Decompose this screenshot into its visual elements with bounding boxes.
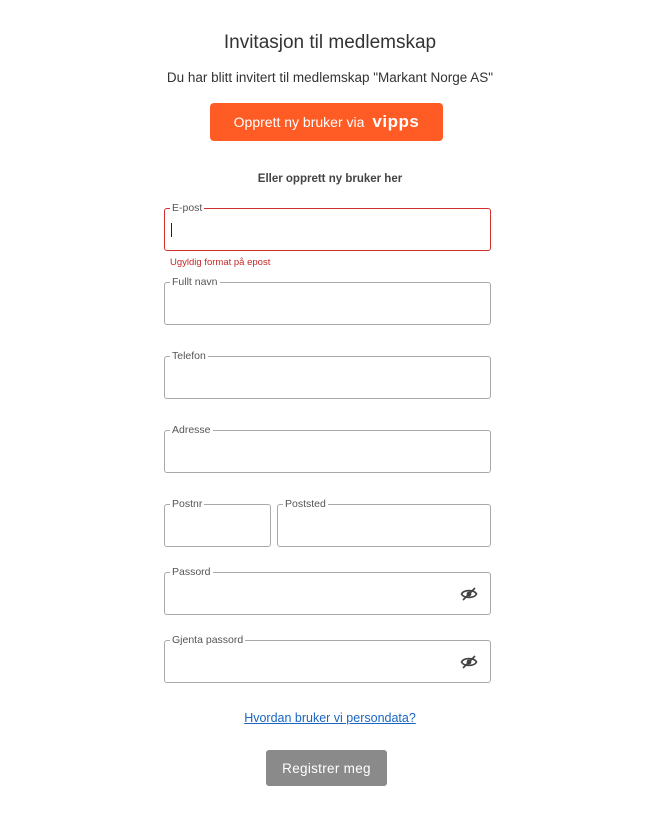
- eye-off-icon[interactable]: [460, 586, 478, 602]
- eye-off-icon[interactable]: [460, 654, 478, 670]
- address-input[interactable]: [171, 443, 454, 463]
- privacy-link-container: Hvordan bruker vi persondata?: [0, 709, 660, 727]
- email-field[interactable]: E-post: [164, 201, 491, 251]
- repeat-password-field[interactable]: Gjenta passord: [164, 633, 491, 683]
- vipps-logo: vipps: [372, 112, 420, 131]
- address-label: Adresse: [170, 423, 213, 437]
- privacy-link[interactable]: Hvordan bruker vi persondata?: [244, 711, 416, 725]
- full-name-label: Fullt navn: [170, 275, 220, 289]
- vipps-button-label: Opprett ny bruker via: [233, 114, 365, 130]
- repeat-password-input[interactable]: [171, 653, 454, 673]
- phone-field[interactable]: Telefon: [164, 349, 491, 399]
- address-field[interactable]: Adresse: [164, 423, 491, 473]
- alternative-signup-heading: Eller opprett ny bruker her: [257, 173, 403, 185]
- invitation-text: Du har blitt invitert til medlemskap "Ma…: [166, 70, 494, 85]
- city-input[interactable]: [284, 517, 484, 537]
- postal-code-label: Postnr: [170, 497, 205, 511]
- email-input[interactable]: [171, 221, 454, 241]
- password-field[interactable]: Passord: [164, 565, 491, 615]
- page-title: Invitasjon til medlemskap: [223, 32, 437, 53]
- vipps-signup-button[interactable]: Opprett ny bruker via vipps: [210, 103, 443, 141]
- postal-code-input[interactable]: [171, 517, 264, 537]
- password-input[interactable]: [171, 585, 454, 605]
- repeat-password-label: Gjenta passord: [170, 633, 246, 647]
- email-label: E-post: [170, 201, 205, 215]
- city-label: Poststed: [283, 497, 328, 511]
- email-error-message: Ugyldig format på epost: [170, 257, 271, 268]
- postal-code-field[interactable]: Postnr: [164, 497, 271, 547]
- full-name-input[interactable]: [171, 295, 454, 315]
- password-label: Passord: [170, 565, 213, 579]
- phone-input[interactable]: [171, 369, 454, 389]
- full-name-field[interactable]: Fullt navn: [164, 275, 491, 325]
- phone-label: Telefon: [170, 349, 208, 363]
- city-field[interactable]: Poststed: [277, 497, 491, 547]
- register-button[interactable]: Registrer meg: [266, 750, 387, 786]
